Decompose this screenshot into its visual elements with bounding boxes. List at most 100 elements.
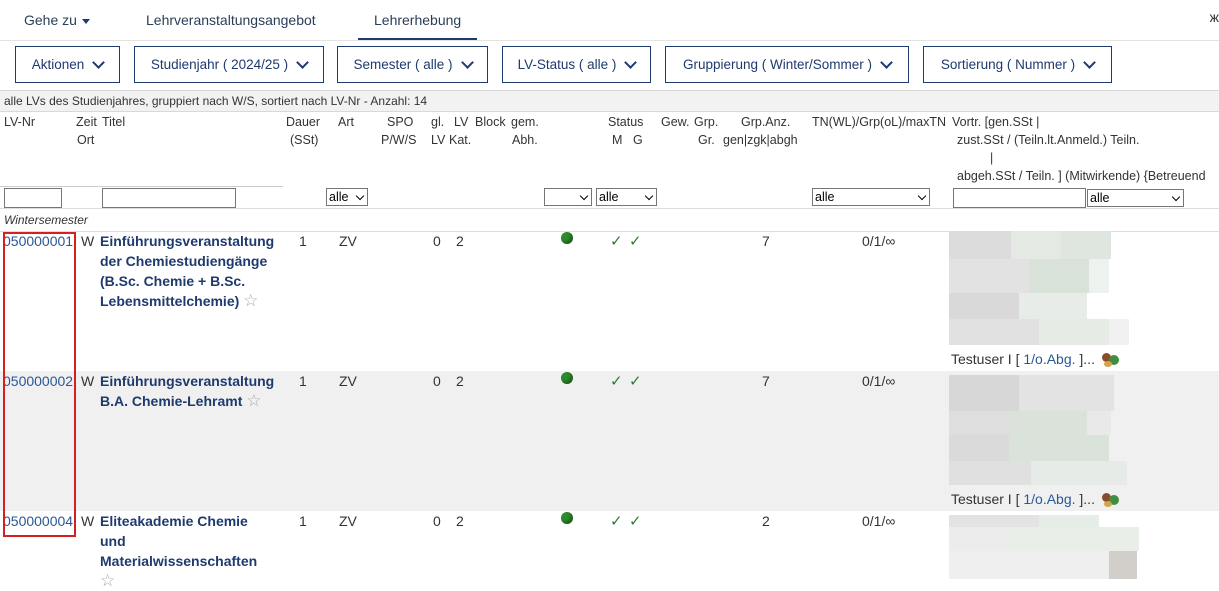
block-filter-select[interactable] [544, 188, 592, 206]
header-vortr-1[interactable]: Vortr. [gen.SSt | [952, 113, 1039, 131]
zeit-value: W [81, 513, 95, 529]
title-filter-input[interactable] [102, 188, 236, 208]
check-icon: ✓ [629, 233, 642, 250]
goto-label: Gehe zu [24, 12, 77, 28]
art-filter-select[interactable]: alle [326, 188, 368, 206]
course-title-line: B.A. Chemie-Lehramt ☆ [100, 391, 262, 410]
grouping-button[interactable]: Gruppierung ( Winter/Sommer ) [665, 46, 909, 83]
course-title-link[interactable]: Eliteakademie Chemie und Materialwissens… [100, 511, 300, 591]
tab-course-offer-label: Lehrveranstaltungsangebot [146, 12, 316, 28]
status-dot-icon [561, 232, 573, 244]
status-dot-icon [561, 372, 573, 384]
art-value: ZV [339, 373, 357, 389]
header-tn[interactable]: TN(WL)/Grp(oL)/maxTN [812, 113, 946, 131]
tn-value: 0/1/∞ [862, 513, 896, 529]
header-sst: (SSt) [290, 133, 319, 147]
course-title-line: Eliteakademie Chemie [100, 513, 248, 529]
semester-button[interactable]: Semester ( alle ) [337, 46, 488, 83]
lvnr-link[interactable]: 050000002 [3, 373, 73, 389]
sorting-button[interactable]: Sortierung ( Nummer ) [923, 46, 1112, 83]
art-value: ZV [339, 513, 357, 529]
table-row: 050000001 W Einführungsveranstaltung der… [0, 231, 1219, 371]
course-title-link[interactable]: Einführungsveranstaltung der Chemiestudi… [100, 231, 300, 311]
header-art[interactable]: Art [338, 113, 354, 131]
lvnr-link[interactable]: 050000004 [3, 513, 73, 529]
lvnr-filter-input[interactable] [4, 188, 62, 208]
lecturer-hours-link[interactable]: 1/o.Abg. [1023, 351, 1075, 367]
chevron-down-icon [1083, 56, 1097, 69]
tab-course-offer[interactable]: Lehrveranstaltungsangebot [146, 0, 316, 38]
lvnr-link[interactable]: 050000001 [3, 233, 73, 249]
lv-status-label: LV-Status ( alle ) [517, 57, 617, 72]
header-ort[interactable]: Ort [77, 131, 94, 149]
chevron-down-icon [92, 56, 106, 69]
sorting-label: Sortierung ( Nummer ) [940, 57, 1076, 72]
result-summary: alle LVs des Studienjahres, gruppiert na… [0, 90, 1219, 112]
lecturer-filter-input[interactable] [953, 188, 1086, 208]
people-group-icon[interactable] [1101, 353, 1120, 368]
tn-filter-select[interactable]: alle [812, 188, 930, 206]
art-value: ZV [339, 233, 357, 249]
tn-value: 0/1/∞ [862, 233, 896, 249]
study-year-label: Studienjahr ( 2024/25 ) [150, 57, 289, 72]
gl-value: 0 [433, 233, 441, 249]
header-dauer[interactable]: Dauer [286, 113, 320, 131]
caret-down-icon [81, 18, 90, 24]
chevron-down-icon [296, 56, 310, 69]
header-vortr-2: zust.SSt / (Teiln.lt.Anmeld.) Teiln. [957, 133, 1140, 147]
header-kat: Kat. [449, 133, 472, 147]
result-summary-text: alle LVs des Studienjahres, gruppiert na… [4, 94, 428, 108]
header-status[interactable]: Status [608, 113, 643, 131]
course-title-line: und [100, 533, 126, 549]
favorite-star-icon[interactable]: ☆ [100, 571, 115, 590]
zeit-value: W [81, 373, 95, 389]
status-filter-select[interactable]: alle [596, 188, 657, 206]
header-status-m: M [612, 133, 623, 147]
header-spo[interactable]: SPO [387, 113, 413, 131]
people-group-icon[interactable] [1101, 493, 1120, 508]
header-gew[interactable]: Gew. [661, 113, 690, 131]
dauer-value: 1 [299, 513, 307, 529]
check-icon: ✓ [629, 373, 642, 390]
table-row: 050000002 W Einführungsveranstaltung B.A… [0, 371, 1219, 511]
header-titel[interactable]: Titel [102, 113, 125, 131]
course-title-link[interactable]: Einführungsveranstaltung B.A. Chemie-Leh… [100, 371, 300, 411]
header-status-g: G [633, 133, 643, 147]
header-zeit[interactable]: Zeit [76, 113, 97, 131]
favorite-star-icon[interactable]: ☆ [246, 391, 261, 410]
header-gem[interactable]: gem. [511, 113, 539, 131]
course-title-line: Materialwissenschaften [100, 553, 258, 569]
study-year-button[interactable]: Studienjahr ( 2024/25 ) [134, 46, 324, 83]
actions-button[interactable]: Aktionen [15, 46, 120, 83]
zeit-value: W [81, 233, 95, 249]
header-vortr-3: | [990, 151, 994, 165]
divider [0, 186, 283, 187]
header-lv[interactable]: LV [454, 113, 468, 131]
course-title-line: Lebensmittelchemie) ☆ [100, 291, 259, 310]
grpanz-value: 7 [762, 373, 770, 389]
goto-menu[interactable]: Gehe zu [24, 0, 90, 38]
kat-value: 2 [456, 233, 464, 249]
status-dot-icon [561, 512, 573, 524]
top-navigation: Gehe zu Lehrveranstaltungsangebot Lehrer… [0, 0, 1219, 41]
collapse-icon[interactable]: ж [1210, 9, 1219, 25]
gl-value: 0 [433, 513, 441, 529]
lecturer-filter-select[interactable]: alle [1087, 189, 1184, 207]
check-icon: ✓ [610, 513, 623, 530]
check-icon: ✓ [610, 373, 623, 390]
header-gl[interactable]: gl. [431, 113, 444, 131]
kat-value: 2 [456, 513, 464, 529]
header-grp[interactable]: Grp. [694, 113, 718, 131]
course-title-line: ☆ [100, 571, 300, 591]
favorite-star-icon[interactable]: ☆ [243, 291, 258, 310]
header-lvnr[interactable]: LV-Nr [4, 113, 35, 131]
header-grpanz[interactable]: Grp.Anz. [741, 113, 790, 131]
group-label: Wintersemester [0, 208, 1219, 232]
tab-teaching-survey[interactable]: Lehrerhebung [358, 0, 478, 40]
chevron-down-icon [880, 56, 893, 69]
header-block[interactable]: Block [475, 113, 506, 131]
lv-status-button[interactable]: LV-Status ( alle ) [502, 46, 651, 83]
dauer-value: 1 [299, 373, 307, 389]
group-label-text: Wintersemester [4, 213, 88, 227]
lecturer-hours-link[interactable]: 1/o.Abg. [1023, 491, 1075, 507]
